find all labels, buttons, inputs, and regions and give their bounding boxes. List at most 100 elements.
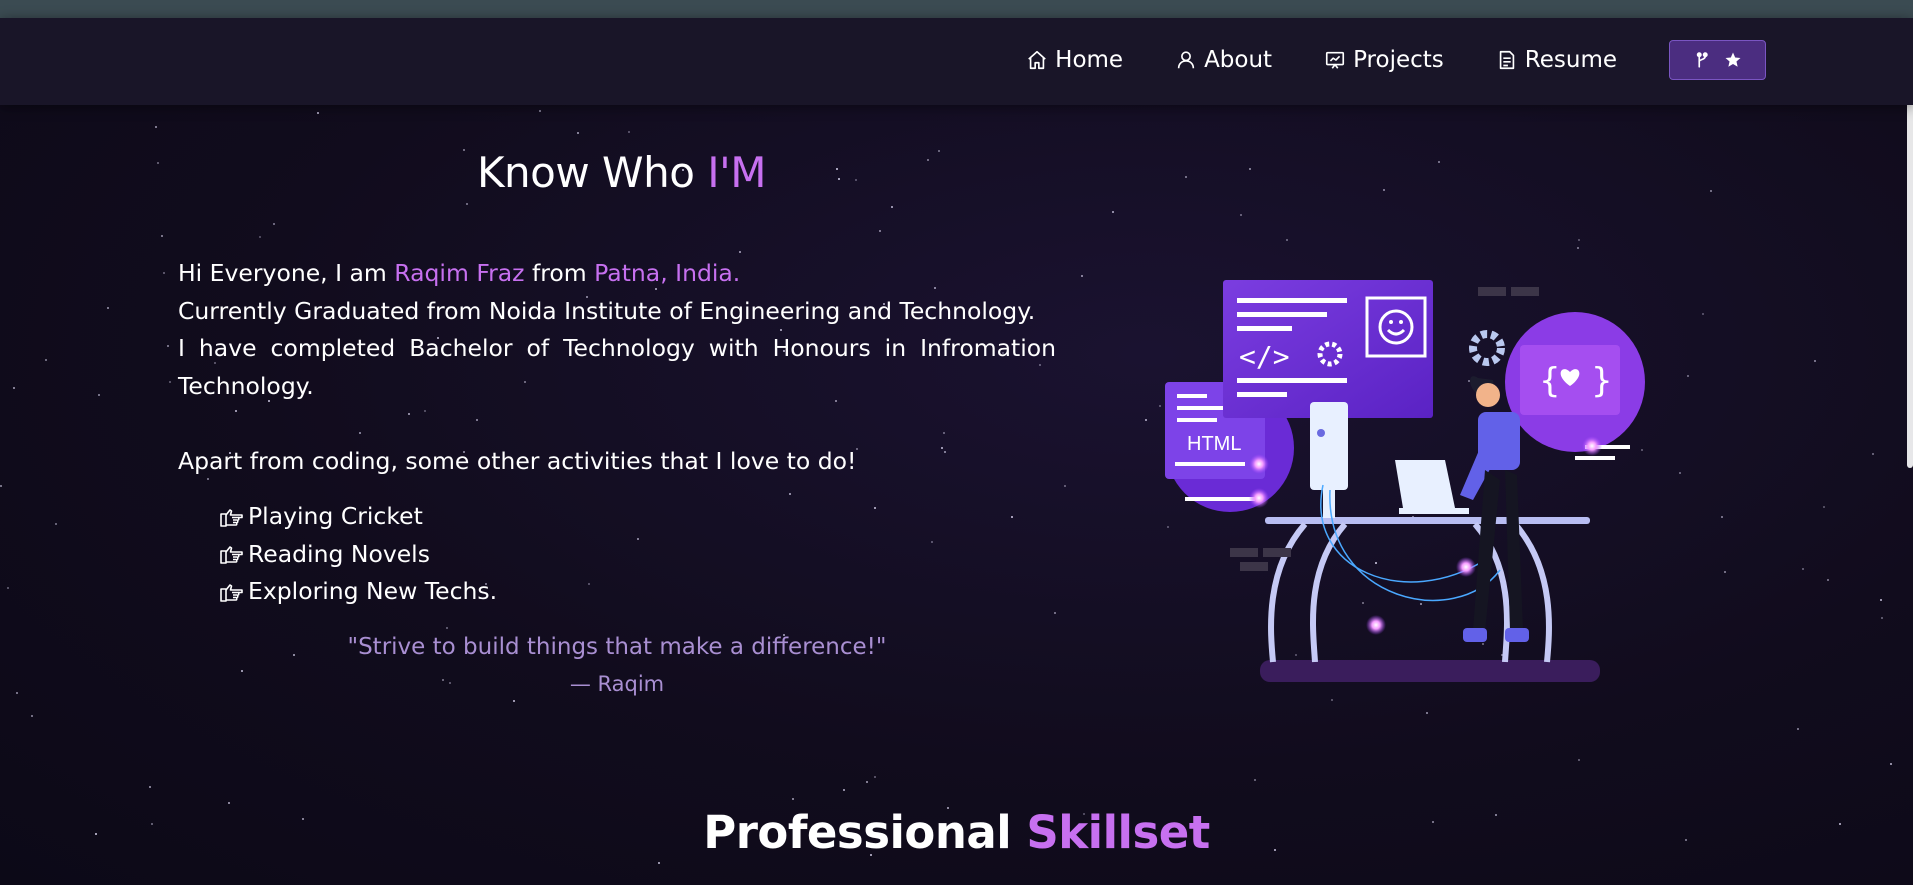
nav-home-label: Home [1055, 47, 1124, 73]
star-dot [1872, 453, 1874, 455]
nav-about[interactable]: About [1175, 47, 1272, 73]
star-dot [577, 132, 579, 134]
skills-heading-prefix: Professional [703, 806, 1027, 859]
html-card-label: HTML [1187, 433, 1241, 455]
svg-text:}: } [1591, 361, 1613, 401]
star-dot [1185, 176, 1187, 178]
star-dot [1577, 247, 1579, 249]
star-dot [513, 700, 515, 702]
star-dot [7, 587, 9, 589]
about-heading: Know Who I'M [477, 148, 766, 197]
pointing-hand-icon [220, 508, 243, 527]
star-dot [1112, 211, 1114, 213]
star-dot [1286, 239, 1288, 241]
star-dot [1383, 189, 1385, 191]
star-dot [891, 206, 893, 208]
star-dot [1702, 313, 1704, 315]
user-icon [1177, 51, 1195, 69]
star-dot [1054, 612, 1056, 614]
star-dot [1426, 712, 1428, 714]
star-dot [45, 359, 47, 361]
quote-author: — Raqim [569, 672, 665, 696]
star-dot [169, 381, 171, 383]
star-dot [874, 776, 876, 778]
pointing-hand-icon [220, 583, 243, 602]
star-dot [157, 162, 159, 164]
star-dot [1721, 516, 1723, 518]
star-dot [1710, 190, 1712, 192]
activity-item: Reading Novels [218, 536, 497, 574]
star-dot [1064, 485, 1066, 487]
star-dot [792, 798, 794, 800]
browser-toolbar-strip [0, 0, 1913, 18]
activity-item: Exploring New Techs. [218, 573, 497, 611]
git-fork-icon [1696, 52, 1708, 68]
intro-prefix: Hi Everyone, I am [178, 259, 395, 287]
star-dot [317, 112, 319, 114]
nav-home[interactable]: Home [1026, 47, 1123, 73]
about-heading-accent: I'M [707, 148, 766, 197]
star-dot [637, 538, 639, 540]
star-dot [931, 541, 933, 543]
star-dot [259, 236, 261, 238]
home-icon [1028, 50, 1046, 70]
activities-intro: Apart from coding, some other activities… [178, 446, 857, 475]
star-dot [167, 345, 169, 347]
developer-illustration: HTML </> { } [1165, 280, 1645, 682]
star-dot [855, 179, 857, 181]
star-dot [1814, 360, 1816, 362]
star-dot [55, 523, 57, 525]
star-dot [739, 251, 741, 253]
star-dot [149, 786, 151, 788]
star-dot [789, 493, 791, 495]
author-name: Raqim Fraz [394, 259, 525, 287]
star-dot [1880, 599, 1882, 601]
star-dot [16, 692, 18, 694]
star-dot [539, 110, 541, 112]
star-dot [466, 203, 468, 205]
star-dot [98, 394, 100, 396]
star-dot [1578, 239, 1580, 241]
github-repo-button[interactable] [1669, 40, 1766, 80]
star-dot [843, 789, 845, 791]
star-dot [107, 307, 109, 309]
star-dot [0, 485, 2, 487]
star-dot [927, 159, 929, 161]
star-dot [836, 168, 838, 170]
star-dot [163, 272, 165, 274]
star-dot [874, 507, 876, 509]
star-dot [463, 149, 465, 151]
document-icon [1499, 50, 1515, 70]
star-dot [228, 802, 230, 804]
star-dot [838, 178, 840, 180]
degree-line: I have completed Bachelor of Technology … [178, 334, 1056, 400]
quote-text: "Strive to build things that make a diff… [347, 634, 887, 660]
nav-resume-label: Resume [1524, 47, 1617, 73]
star-dot [1438, 161, 1440, 163]
star-dot [1679, 472, 1681, 474]
star-dot [938, 150, 940, 152]
star-dot [1802, 568, 1804, 570]
svg-text:{: { [1539, 361, 1561, 401]
nav-projects[interactable]: Projects [1324, 47, 1444, 73]
star-dot [1249, 168, 1251, 170]
activities-list: Playing Cricket Reading Novels Exploring… [218, 498, 497, 611]
projects-icon [1326, 51, 1345, 69]
intro-line: Hi Everyone, I am Raqim Fraz from Patna,… [178, 255, 1056, 293]
star-dot [1823, 506, 1825, 508]
star-dot [1797, 728, 1799, 730]
star-dot [1687, 375, 1689, 377]
star-dot [1827, 579, 1829, 581]
star-dot [658, 862, 660, 864]
star-dot [588, 583, 590, 585]
star-dot [1081, 275, 1083, 277]
star-dot [13, 387, 15, 389]
about-description: Hi Everyone, I am Raqim Fraz from Patna,… [178, 255, 1056, 480]
star-dot [879, 230, 881, 232]
pointing-hand-icon [220, 546, 243, 565]
star-dot [161, 235, 163, 237]
skills-heading: Professional Skillset [0, 806, 1913, 859]
nav-resume[interactable]: Resume [1496, 47, 1617, 73]
star-dot [31, 715, 33, 717]
nav-about-label: About [1204, 47, 1273, 73]
